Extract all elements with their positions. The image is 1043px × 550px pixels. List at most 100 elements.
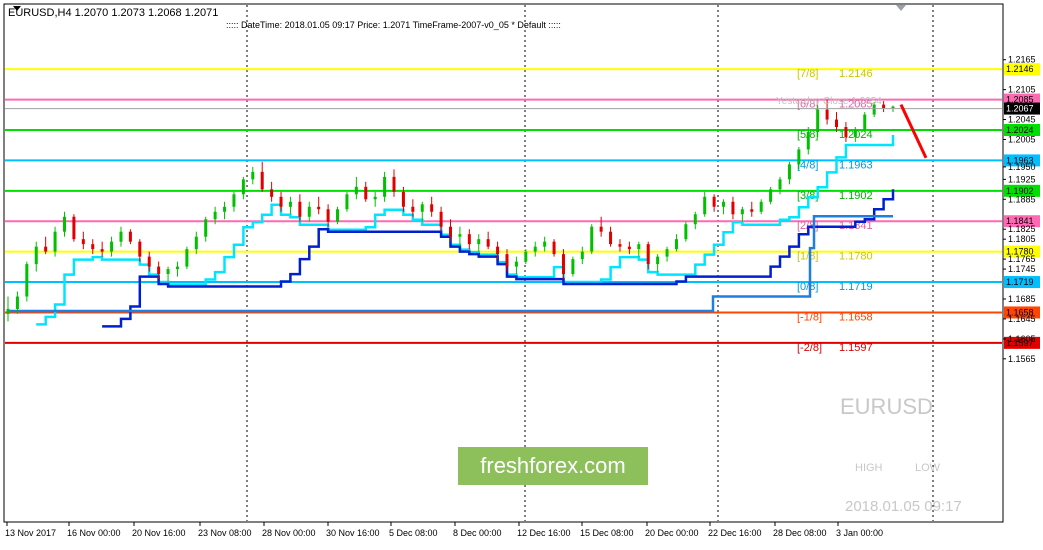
candle-body (110, 241, 114, 252)
x-tick-label: 5 Dec 08:00 (389, 528, 438, 538)
murrey-level-value: 1.1597 (839, 342, 873, 354)
chart-canvas[interactable]: [7/8]1.2146[6/8]1.2085[5/8]1.2024[4/8]1.… (0, 0, 1043, 545)
candle-body (213, 211, 217, 220)
candle-body (825, 109, 829, 120)
candle-body (835, 119, 839, 128)
watermark-high-label: HIGH (855, 462, 883, 474)
y-tick-label: 1.1685 (1008, 294, 1036, 304)
candle-body (279, 196, 283, 207)
candle-body (223, 206, 227, 212)
candle-body (853, 129, 857, 137)
murrey-level-label: [0/8] (797, 281, 818, 293)
murrey-level-value: 1.1719 (839, 281, 873, 293)
y-tick-label: 1.2105 (1008, 85, 1036, 95)
candle-body (787, 164, 791, 180)
candle-body (166, 269, 170, 275)
candle-body (561, 254, 565, 275)
candle-body (100, 249, 104, 252)
candle-body (656, 256, 660, 265)
candle-body (627, 246, 631, 250)
x-tick-label: 23 Nov 08:00 (198, 528, 252, 538)
level-price-badge-text: 1.1719 (1006, 277, 1034, 287)
candle-body (797, 149, 801, 165)
candle-body (646, 244, 650, 265)
candle-body (816, 109, 820, 132)
candle-body (25, 264, 29, 297)
candle-body (609, 231, 613, 245)
candle-body (6, 308, 10, 314)
candle-body (53, 231, 57, 252)
candle-body (496, 246, 500, 255)
murrey-level-value: 1.2146 (839, 68, 873, 80)
murrey-level-value: 1.1658 (839, 311, 873, 323)
murrey-level-value: 1.1780 (839, 251, 873, 263)
murrey-level-value: 1.1902 (839, 190, 873, 202)
x-tick-label: 13 Nov 2017 (5, 528, 56, 538)
x-tick-label: 15 Dec 08:00 (580, 528, 634, 538)
x-tick-label: 28 Dec 08:00 (773, 528, 827, 538)
brand-logo: freshforex.com (480, 453, 626, 478)
x-tick-label: 30 Nov 16:00 (326, 528, 380, 538)
x-tick-label: 12 Dec 16:00 (517, 528, 571, 538)
candle-body (185, 249, 189, 267)
candle-body (34, 246, 38, 265)
candle-body (401, 191, 405, 207)
y-tick-label: 1.1645 (1008, 314, 1036, 324)
candle-body (392, 176, 396, 192)
y-tick-label: 1.1885 (1008, 194, 1036, 204)
candle-body (722, 201, 726, 207)
candle-body (383, 176, 387, 197)
y-tick-label: 1.1565 (1008, 354, 1036, 364)
candle-body (175, 266, 179, 270)
current-price-badge-text: 1.2067 (1006, 104, 1034, 114)
candle-body (665, 249, 669, 257)
watermark-symbol: EURUSD (840, 394, 933, 419)
candle-body (147, 256, 151, 267)
yesterday-close-label: Yesterday Close 1.2054 (776, 96, 882, 107)
candle-body (251, 171, 255, 180)
candle-body (345, 194, 349, 210)
candle-body (703, 196, 707, 215)
candle-body (128, 231, 132, 242)
candle-body (674, 239, 678, 250)
candle-body (260, 171, 264, 190)
y-tick-label: 1.1925 (1008, 174, 1036, 184)
y-tick-label: 1.1805 (1008, 234, 1036, 244)
candle-body (336, 209, 340, 222)
candle-body (599, 226, 603, 232)
candle-body (288, 201, 292, 207)
candle-body (684, 224, 688, 240)
watermark-low-label: LOW (915, 462, 941, 474)
candle-body (91, 244, 95, 250)
candle-body (524, 251, 528, 262)
y-tick-label: 1.2045 (1008, 115, 1036, 125)
candle-body (891, 106, 895, 109)
candle-body (505, 254, 509, 267)
candle-body (15, 296, 19, 309)
y-tick-label: 1.1950 (1008, 162, 1036, 172)
candle-body (307, 206, 311, 217)
murrey-level-label: [1/8] (797, 251, 818, 263)
candle-body (194, 236, 198, 250)
watermark-datetime: 2018.01.05 09:17 (845, 498, 962, 515)
y-tick-label: 1.2165 (1008, 55, 1036, 65)
murrey-level-label: [-2/8] (797, 342, 822, 354)
candle-body (543, 241, 547, 247)
x-tick-label: 28 Nov 00:00 (262, 528, 316, 538)
murrey-level-label: [-1/8] (797, 311, 822, 323)
candle-body (637, 244, 641, 250)
y-tick-label: 1.1765 (1008, 254, 1036, 264)
candle-body (326, 209, 330, 222)
murrey-level-value: 1.1963 (839, 159, 873, 171)
candle-body (157, 266, 161, 275)
candle-body (373, 196, 377, 200)
y-tick-label: 1.1745 (1008, 264, 1036, 274)
candle-body (62, 216, 66, 232)
price-chart[interactable]: [7/8]1.2146[6/8]1.2085[5/8]1.2024[4/8]1.… (0, 0, 1043, 545)
candle-body (759, 201, 763, 212)
x-tick-label: 20 Dec 00:00 (645, 528, 699, 538)
candle-body (769, 189, 773, 202)
candle-body (712, 196, 716, 207)
candle-body (750, 209, 754, 212)
candle-body (882, 104, 886, 109)
